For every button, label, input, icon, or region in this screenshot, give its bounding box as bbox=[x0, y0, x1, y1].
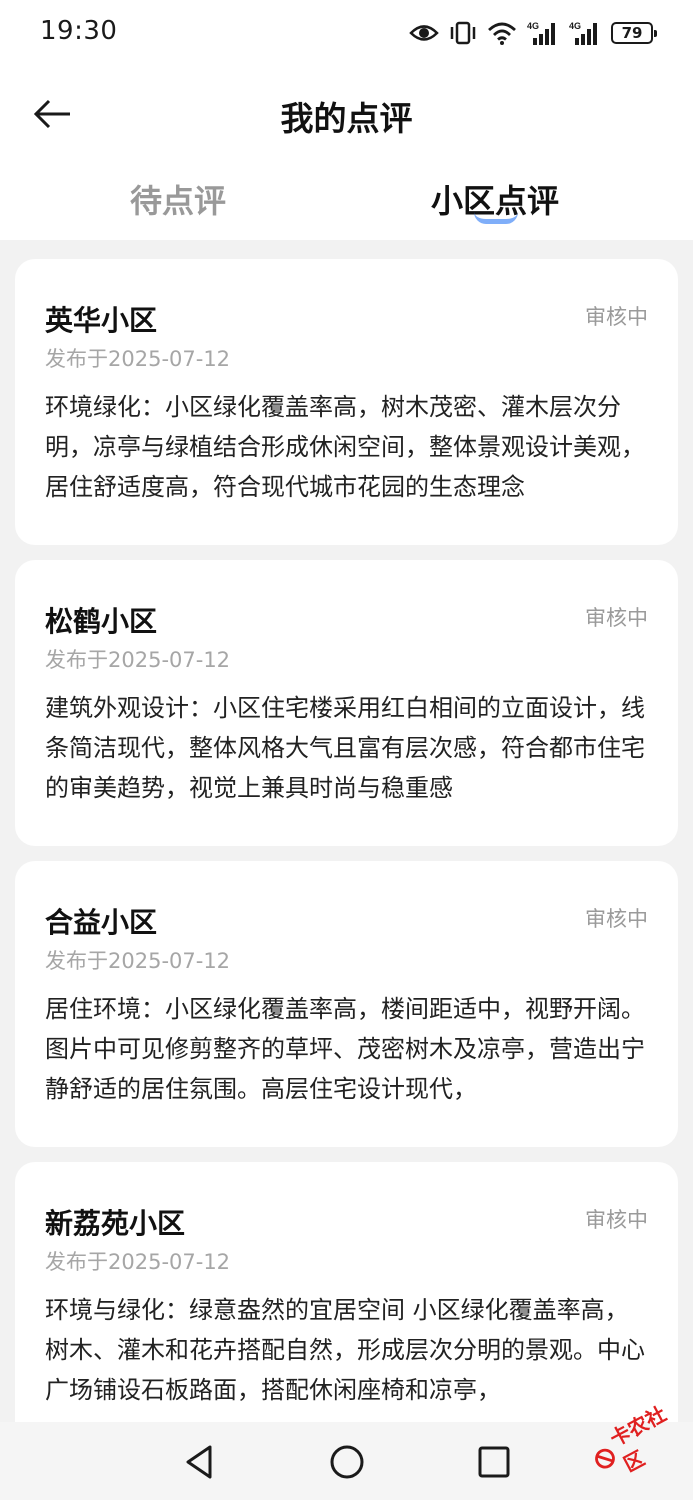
nav-bar: 我的点评 bbox=[0, 78, 693, 148]
review-status: 审核中 bbox=[585, 606, 648, 630]
community-name: 新荔苑小区 bbox=[45, 1207, 186, 1240]
triangle-back-icon[interactable] bbox=[180, 1442, 220, 1482]
community-name: 松鹤小区 bbox=[45, 605, 158, 638]
vibrate-icon bbox=[450, 21, 476, 45]
status-time: 19:30 bbox=[40, 16, 118, 46]
publish-date: 发布于2025-07-12 bbox=[45, 949, 231, 973]
community-name: 合益小区 bbox=[45, 906, 158, 939]
community-name: 英华小区 bbox=[45, 304, 158, 337]
review-status: 审核中 bbox=[585, 1208, 648, 1232]
eye-icon bbox=[409, 25, 439, 41]
tab-pending-reviews[interactable]: 待点评 bbox=[130, 176, 226, 222]
review-status: 审核中 bbox=[585, 305, 648, 329]
wifi-icon bbox=[488, 22, 516, 45]
active-tab-indicator bbox=[474, 212, 518, 224]
status-icons: 4G 4G 79 bbox=[409, 18, 657, 48]
review-card[interactable]: 松鹤小区 审核中 发布于2025-07-12 建筑外观设计：小区住宅楼采用红白相… bbox=[15, 560, 678, 846]
svg-text:4G: 4G bbox=[569, 21, 581, 31]
status-bar: 19:30 4G 4G 79 bbox=[0, 0, 693, 66]
publish-date: 发布于2025-07-12 bbox=[45, 347, 231, 371]
signal-4g-icon: 4G bbox=[569, 21, 597, 45]
publish-date: 发布于2025-07-12 bbox=[45, 648, 231, 672]
review-text: 居住环境：小区绿化覆盖率高，楼间距适中，视野开阔。图片中可见修剪整齐的草坪、茂密… bbox=[45, 995, 645, 1103]
top-area: 19:30 4G 4G 79 我的点评 待点评 小区点评 bbox=[0, 0, 693, 240]
review-card[interactable]: 英华小区 审核中 发布于2025-07-12 环境绿化：小区绿化覆盖率高，树木茂… bbox=[15, 259, 678, 545]
review-text: 环境绿化：小区绿化覆盖率高，树木茂密、灌木层次分明，凉亭与绿植结合形成休闲空间，… bbox=[45, 393, 645, 501]
review-text: 环境与绿化：绿意盎然的宜居空间 小区绿化覆盖率高，树木、灌木和花卉搭配自然，形成… bbox=[45, 1296, 645, 1404]
review-status: 审核中 bbox=[585, 907, 648, 931]
review-text: 建筑外观设计：小区住宅楼采用红白相间的立面设计，线条简洁现代，整体风格大气且富有… bbox=[45, 694, 645, 802]
review-card[interactable]: 合益小区 审核中 发布于2025-07-12 居住环境：小区绿化覆盖率高，楼间距… bbox=[15, 861, 678, 1147]
page-title: 我的点评 bbox=[280, 99, 413, 138]
square-recents-icon[interactable] bbox=[474, 1442, 514, 1482]
publish-date: 发布于2025-07-12 bbox=[45, 1250, 231, 1274]
circle-home-icon[interactable] bbox=[327, 1442, 367, 1482]
battery-icon: 79 bbox=[611, 22, 657, 44]
tab-bar: 待点评 小区点评 bbox=[0, 170, 693, 230]
signal-4g-icon: 4G bbox=[527, 21, 555, 45]
svg-text:4G: 4G bbox=[527, 21, 539, 31]
review-card[interactable]: 新荔苑小区 审核中 发布于2025-07-12 环境与绿化：绿意盎然的宜居空间 … bbox=[15, 1162, 678, 1448]
